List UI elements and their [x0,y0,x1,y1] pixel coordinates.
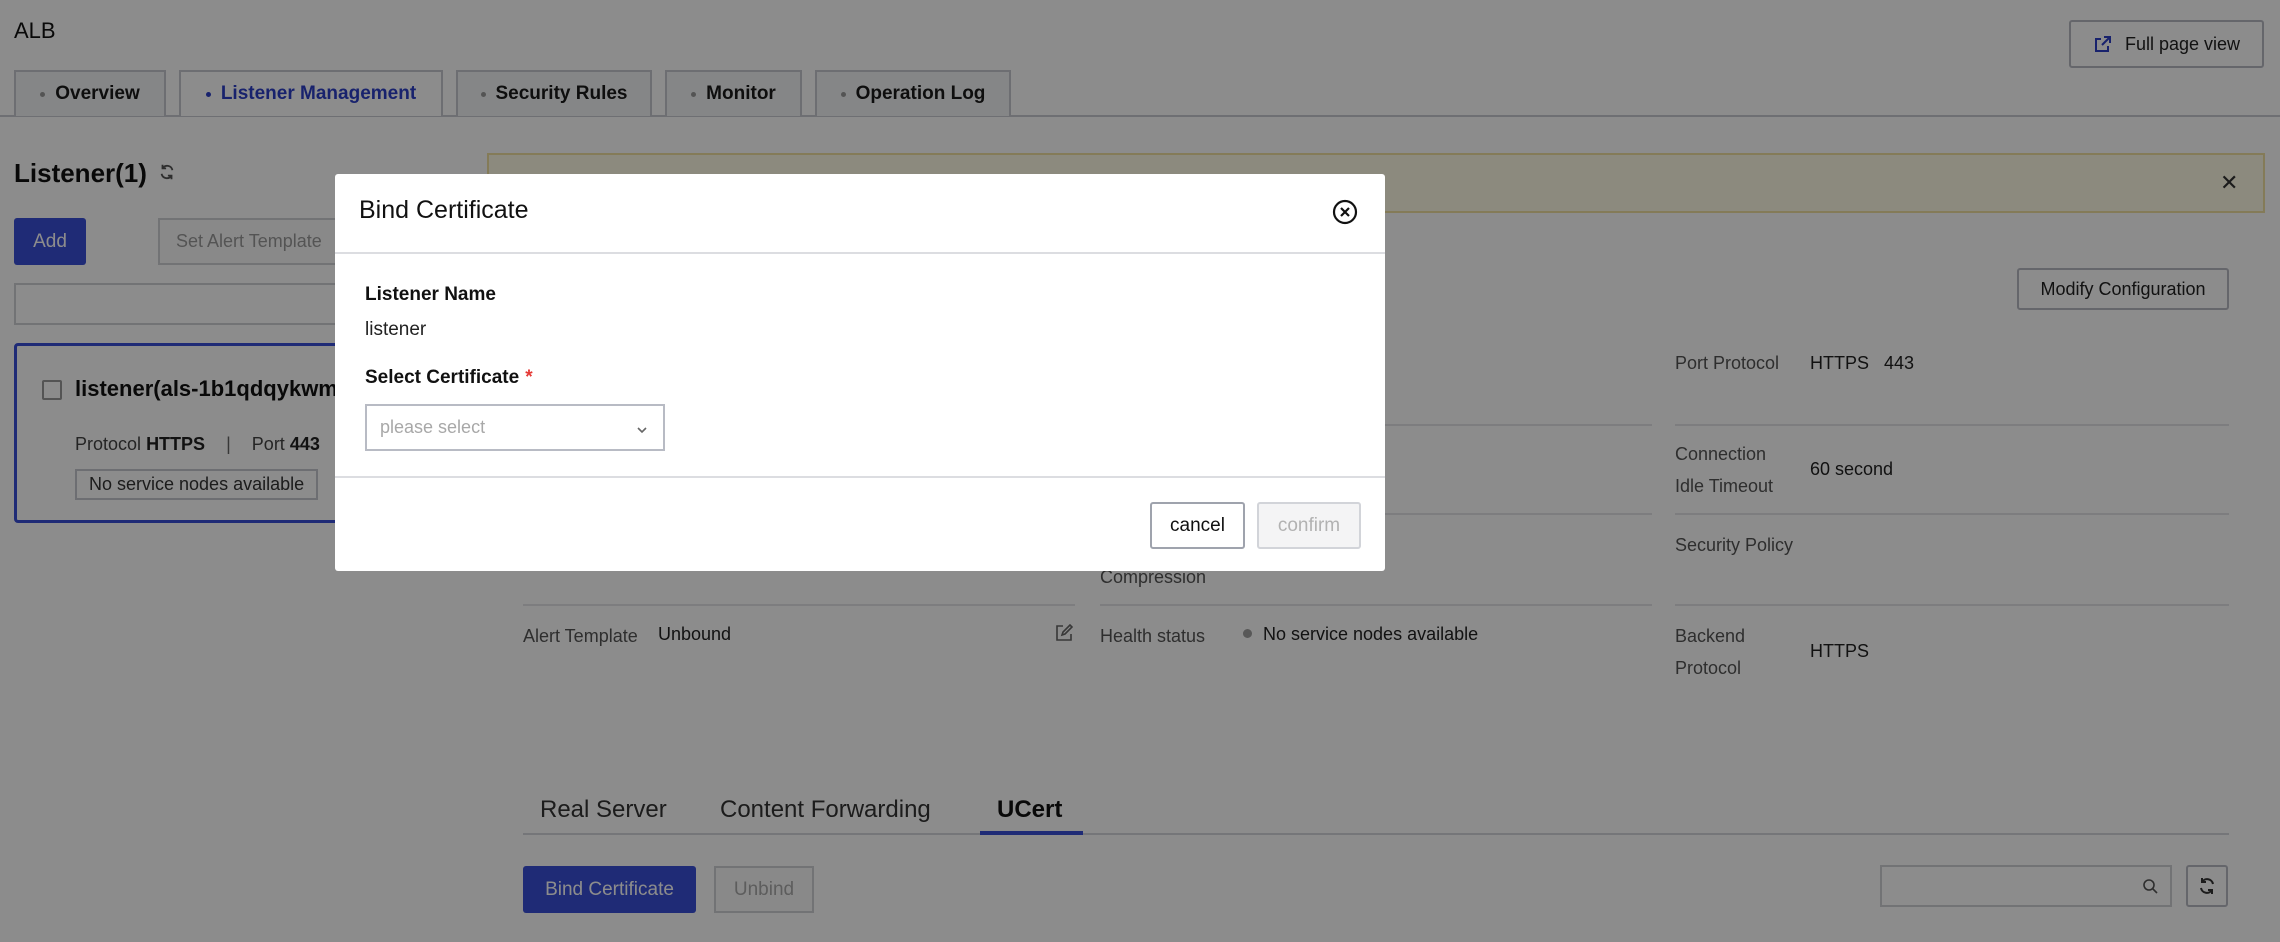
cancel-button[interactable]: cancel [1150,502,1245,549]
listener-name-value: listener [365,319,427,340]
dialog-title: Bind Certificate [359,196,529,224]
bind-certificate-dialog: Bind Certificate Listener Name listener … [335,174,1385,571]
confirm-button[interactable]: confirm [1257,502,1361,549]
certificate-select[interactable]: please select [365,404,665,451]
close-circle-icon[interactable] [1331,198,1359,226]
select-certificate-text: Select Certificate [365,367,520,388]
chevron-down-icon [637,427,647,434]
required-mark: * [525,367,533,388]
dialog-header-divider [335,252,1385,254]
dialog-footer-divider [335,476,1385,478]
select-placeholder: please select [380,417,486,437]
listener-name-label: Listener Name [365,284,496,305]
select-certificate-label: Select Certificate * [365,367,533,389]
